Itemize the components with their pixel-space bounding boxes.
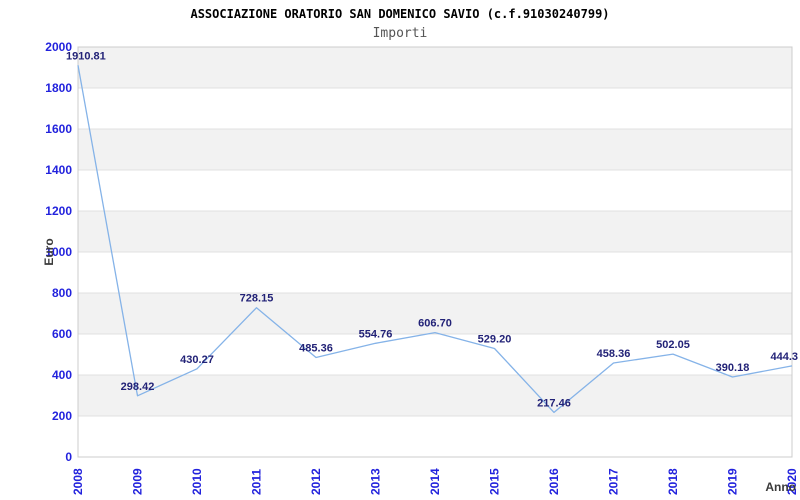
point-label: 390.18 bbox=[716, 362, 750, 374]
y-tick-label: 1400 bbox=[45, 163, 72, 177]
point-label: 298.42 bbox=[121, 381, 155, 393]
x-tick-label: 2008 bbox=[71, 468, 85, 495]
y-tick-label: 800 bbox=[52, 286, 72, 300]
plot-band bbox=[78, 47, 792, 88]
y-axis-title: Euro bbox=[42, 238, 56, 265]
point-label: 444.3 bbox=[770, 351, 798, 363]
plot-band bbox=[78, 375, 792, 416]
point-label: 554.76 bbox=[359, 328, 393, 340]
line-chart: 1910.81298.42430.27728.15485.36554.76606… bbox=[42, 40, 799, 495]
point-label: 728.15 bbox=[240, 293, 274, 305]
x-tick-label: 2016 bbox=[547, 468, 561, 495]
point-label: 217.46 bbox=[537, 397, 571, 409]
plot-band bbox=[78, 129, 792, 170]
x-tick-label: 2013 bbox=[369, 468, 383, 495]
plot-band bbox=[78, 211, 792, 252]
y-tick-label: 2000 bbox=[45, 40, 72, 54]
x-tick-label: 2012 bbox=[309, 468, 323, 495]
x-axis-title: Anno bbox=[765, 480, 796, 494]
x-tick-label: 2014 bbox=[428, 468, 442, 495]
x-tick-label: 2010 bbox=[190, 468, 204, 495]
x-tick-label: 2017 bbox=[607, 468, 621, 495]
x-tick-label: 2019 bbox=[726, 468, 740, 495]
x-tick-label: 2009 bbox=[131, 468, 145, 495]
y-tick-label: 400 bbox=[52, 368, 72, 382]
y-tick-label: 1200 bbox=[45, 204, 72, 218]
point-label: 430.27 bbox=[180, 354, 214, 366]
point-label: 485.36 bbox=[299, 343, 333, 355]
x-tick-label: 2018 bbox=[666, 468, 680, 495]
point-label: 458.36 bbox=[597, 348, 631, 360]
x-tick-label: 2011 bbox=[250, 469, 264, 495]
y-tick-label: 0 bbox=[65, 450, 72, 464]
y-tick-label: 200 bbox=[52, 409, 72, 423]
point-label: 502.05 bbox=[656, 339, 690, 351]
chart-page: ASSOCIAZIONE ORATORIO SAN DOMENICO SAVIO… bbox=[0, 0, 800, 500]
y-tick-label: 1600 bbox=[45, 122, 72, 136]
x-tick-label: 2015 bbox=[488, 468, 502, 495]
point-label: 606.70 bbox=[418, 318, 452, 330]
y-tick-label: 600 bbox=[52, 327, 72, 341]
y-tick-label: 1800 bbox=[45, 81, 72, 95]
point-label: 529.20 bbox=[478, 334, 512, 346]
